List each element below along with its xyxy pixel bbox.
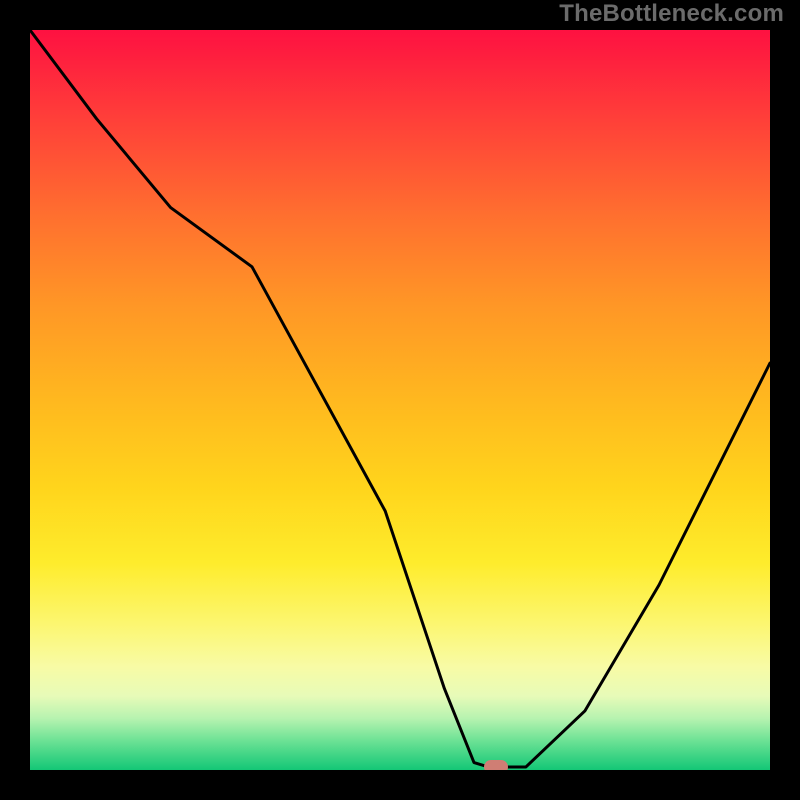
bottleneck-curve [30, 30, 770, 767]
attribution-label: TheBottleneck.com [559, 0, 784, 28]
optimal-marker [484, 760, 508, 770]
curve-svg [30, 30, 770, 770]
plot-area [30, 30, 770, 770]
chart-frame: TheBottleneck.com [0, 0, 800, 800]
